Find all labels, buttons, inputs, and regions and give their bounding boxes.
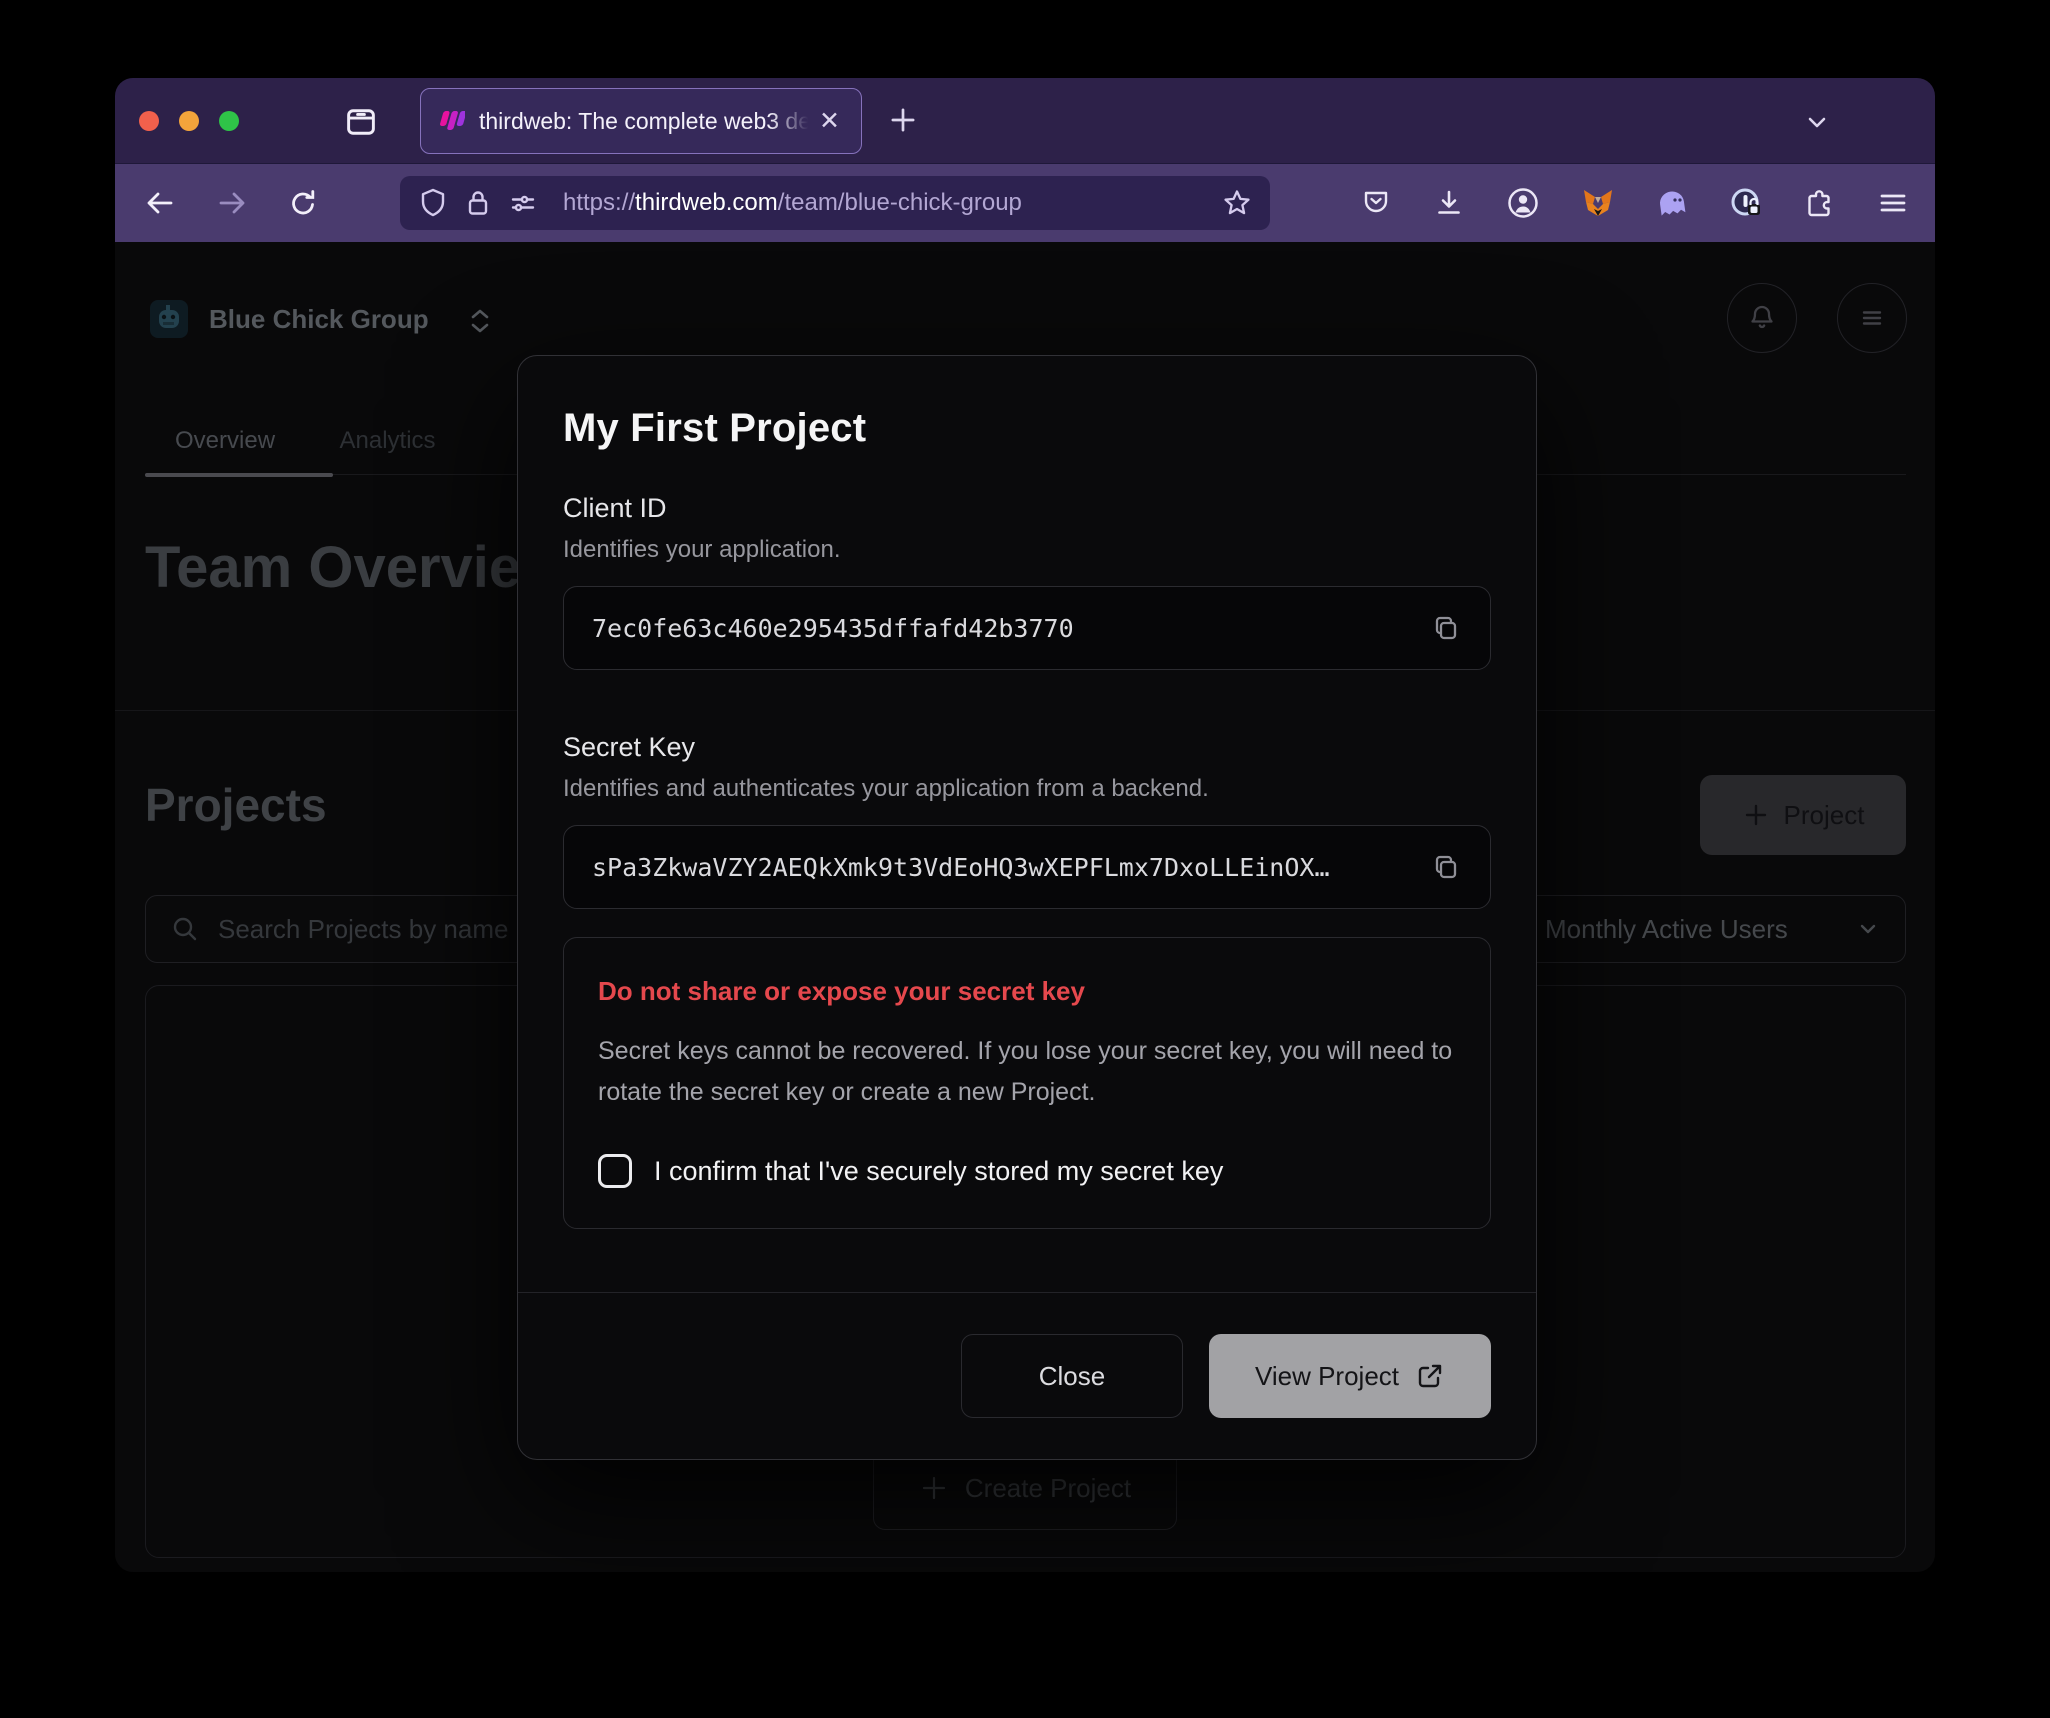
chevron-down-icon — [1855, 916, 1881, 942]
url-path: /team/blue-chick-group — [778, 189, 1022, 216]
browser-toolbar: https://thirdweb.com/team/blue-chick-gro… — [115, 164, 1935, 242]
secret-key-description: Identifies and authenticates your applic… — [563, 775, 1491, 803]
download-icon[interactable] — [1433, 187, 1465, 219]
secret-key-label: Secret Key — [563, 732, 1491, 763]
bell-icon[interactable] — [1727, 283, 1797, 353]
reload-icon[interactable] — [287, 187, 319, 224]
client-id-description: Identifies your application. — [563, 536, 1491, 564]
copy-icon[interactable] — [1430, 612, 1462, 644]
view-project-button[interactable]: View Project — [1209, 1334, 1491, 1418]
client-id-value[interactable]: 7ec0fe63c460e295435dffafd42b3770 — [592, 614, 1410, 643]
lock-icon[interactable] — [465, 187, 491, 219]
close-button[interactable]: Close — [961, 1334, 1183, 1418]
tab-analytics[interactable]: Analytics — [309, 409, 465, 473]
url-domain: thirdweb.com — [635, 189, 778, 216]
team-avatar[interactable] — [150, 300, 188, 338]
window-close-button[interactable] — [139, 111, 159, 131]
tab-title: thirdweb: The complete web3 de — [479, 108, 815, 135]
warning-title: Do not share or expose your secret key — [598, 976, 1456, 1007]
plus-icon — [1742, 801, 1770, 829]
confirm-checkbox-label[interactable]: I confirm that I've securely stored my s… — [654, 1156, 1223, 1187]
thirdweb-favicon — [435, 110, 465, 132]
window-controls — [139, 111, 239, 131]
warning-body: Secret keys cannot be recovered. If you … — [598, 1031, 1456, 1112]
confirm-row: I confirm that I've securely stored my s… — [598, 1154, 1456, 1188]
wallet-lock-icon[interactable] — [1729, 186, 1763, 220]
account-icon[interactable] — [1506, 186, 1540, 220]
menu-circle-icon[interactable] — [1837, 283, 1907, 353]
window-minimize-button[interactable] — [179, 111, 199, 131]
window-zoom-button[interactable] — [219, 111, 239, 131]
url-bar[interactable]: https://thirdweb.com/team/blue-chick-gro… — [400, 176, 1270, 230]
firefox-view-icon[interactable] — [343, 104, 379, 145]
modal-title: My First Project — [563, 406, 1491, 451]
url-scheme: https:// — [563, 189, 635, 216]
toolbar-extension-icons — [1360, 164, 1909, 242]
forward-icon[interactable] — [215, 187, 249, 224]
url-text[interactable]: https://thirdweb.com/team/blue-chick-gro… — [563, 189, 1210, 217]
chevron-updown-icon[interactable] — [467, 306, 493, 341]
browser-tab[interactable]: thirdweb: The complete web3 de ✕ — [420, 88, 862, 154]
plus-icon — [919, 1473, 949, 1503]
projects-heading: Projects — [145, 778, 327, 832]
shield-icon[interactable] — [418, 187, 448, 219]
menu-icon[interactable] — [1877, 187, 1909, 219]
add-project-button[interactable]: Project — [1700, 775, 1906, 855]
sort-dropdown[interactable]: Monthly Active Users — [1520, 895, 1906, 963]
secret-key-field[interactable]: sPa3ZkwaVZY2AEQkXmk9t3VdEoHQ3wXEPFLmx7Dx… — [563, 825, 1491, 909]
screenshot-stage: thirdweb: The complete web3 de ✕ — [0, 0, 2050, 1718]
secret-key-value[interactable]: sPa3ZkwaVZY2AEQkXmk9t3VdEoHQ3wXEPFLmx7Dx… — [592, 853, 1410, 882]
metamask-fox-icon[interactable] — [1581, 187, 1615, 219]
team-name[interactable]: Blue Chick Group — [209, 304, 429, 335]
confirm-checkbox[interactable] — [598, 1154, 632, 1188]
secret-key-warning-card: Do not share or expose your secret key S… — [563, 937, 1491, 1229]
search-icon — [170, 914, 200, 944]
modal-footer: Close View Project — [518, 1292, 1536, 1459]
permissions-icon[interactable] — [508, 188, 538, 218]
client-id-label: Client ID — [563, 493, 1491, 524]
back-icon[interactable] — [143, 187, 177, 224]
external-link-icon — [1415, 1361, 1445, 1391]
pocket-icon[interactable] — [1360, 187, 1392, 219]
browser-tab-bar: thirdweb: The complete web3 de ✕ — [115, 78, 1935, 164]
copy-icon[interactable] — [1430, 851, 1462, 883]
client-id-field[interactable]: 7ec0fe63c460e295435dffafd42b3770 — [563, 586, 1491, 670]
project-created-modal: My First Project Client ID Identifies yo… — [517, 355, 1537, 1460]
active-tab-underline — [145, 473, 333, 477]
phantom-ghost-icon[interactable] — [1656, 188, 1688, 218]
tab-overview[interactable]: Overview — [145, 409, 305, 473]
tab-list-chevron-icon[interactable] — [1803, 108, 1831, 141]
bookmark-star-icon[interactable] — [1222, 188, 1252, 218]
tab-close-icon[interactable]: ✕ — [819, 109, 840, 134]
new-tab-icon[interactable] — [885, 102, 921, 143]
extensions-puzzle-icon[interactable] — [1804, 187, 1836, 219]
page-title: Team Overview — [145, 534, 566, 601]
